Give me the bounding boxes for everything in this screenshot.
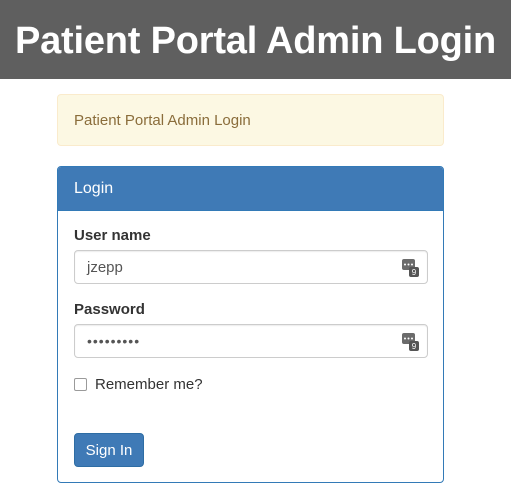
page-title: Patient Portal Admin Login xyxy=(14,20,497,62)
sign-in-button[interactable]: Sign In xyxy=(74,433,144,467)
login-panel-heading: Login xyxy=(58,167,443,211)
username-label: User name xyxy=(74,227,151,244)
notice-text: Patient Portal Admin Login xyxy=(74,111,251,129)
password-value: ••••••••• xyxy=(87,333,141,349)
username-value: jzepp xyxy=(87,258,123,276)
remember-me-checkbox[interactable] xyxy=(74,378,87,391)
top-banner: Patient Portal Admin Login xyxy=(0,0,511,79)
login-panel-title: Login xyxy=(74,179,114,197)
remember-me: Remember me? xyxy=(74,376,203,393)
keyboard-icon[interactable]: 9 xyxy=(402,333,419,351)
notice-alert: Patient Portal Admin Login xyxy=(57,94,444,146)
keyboard-icon[interactable]: 9 xyxy=(402,259,419,277)
password-input[interactable]: ••••••••• 9 xyxy=(74,324,428,358)
svg-text:9: 9 xyxy=(412,342,417,351)
username-input[interactable]: jzepp 9 xyxy=(74,250,428,284)
password-label: Password xyxy=(74,301,145,318)
login-panel: Login User name jzepp 9 Password •••••••… xyxy=(57,166,444,483)
svg-text:9: 9 xyxy=(412,268,417,277)
remember-me-label[interactable]: Remember me? xyxy=(95,376,203,393)
